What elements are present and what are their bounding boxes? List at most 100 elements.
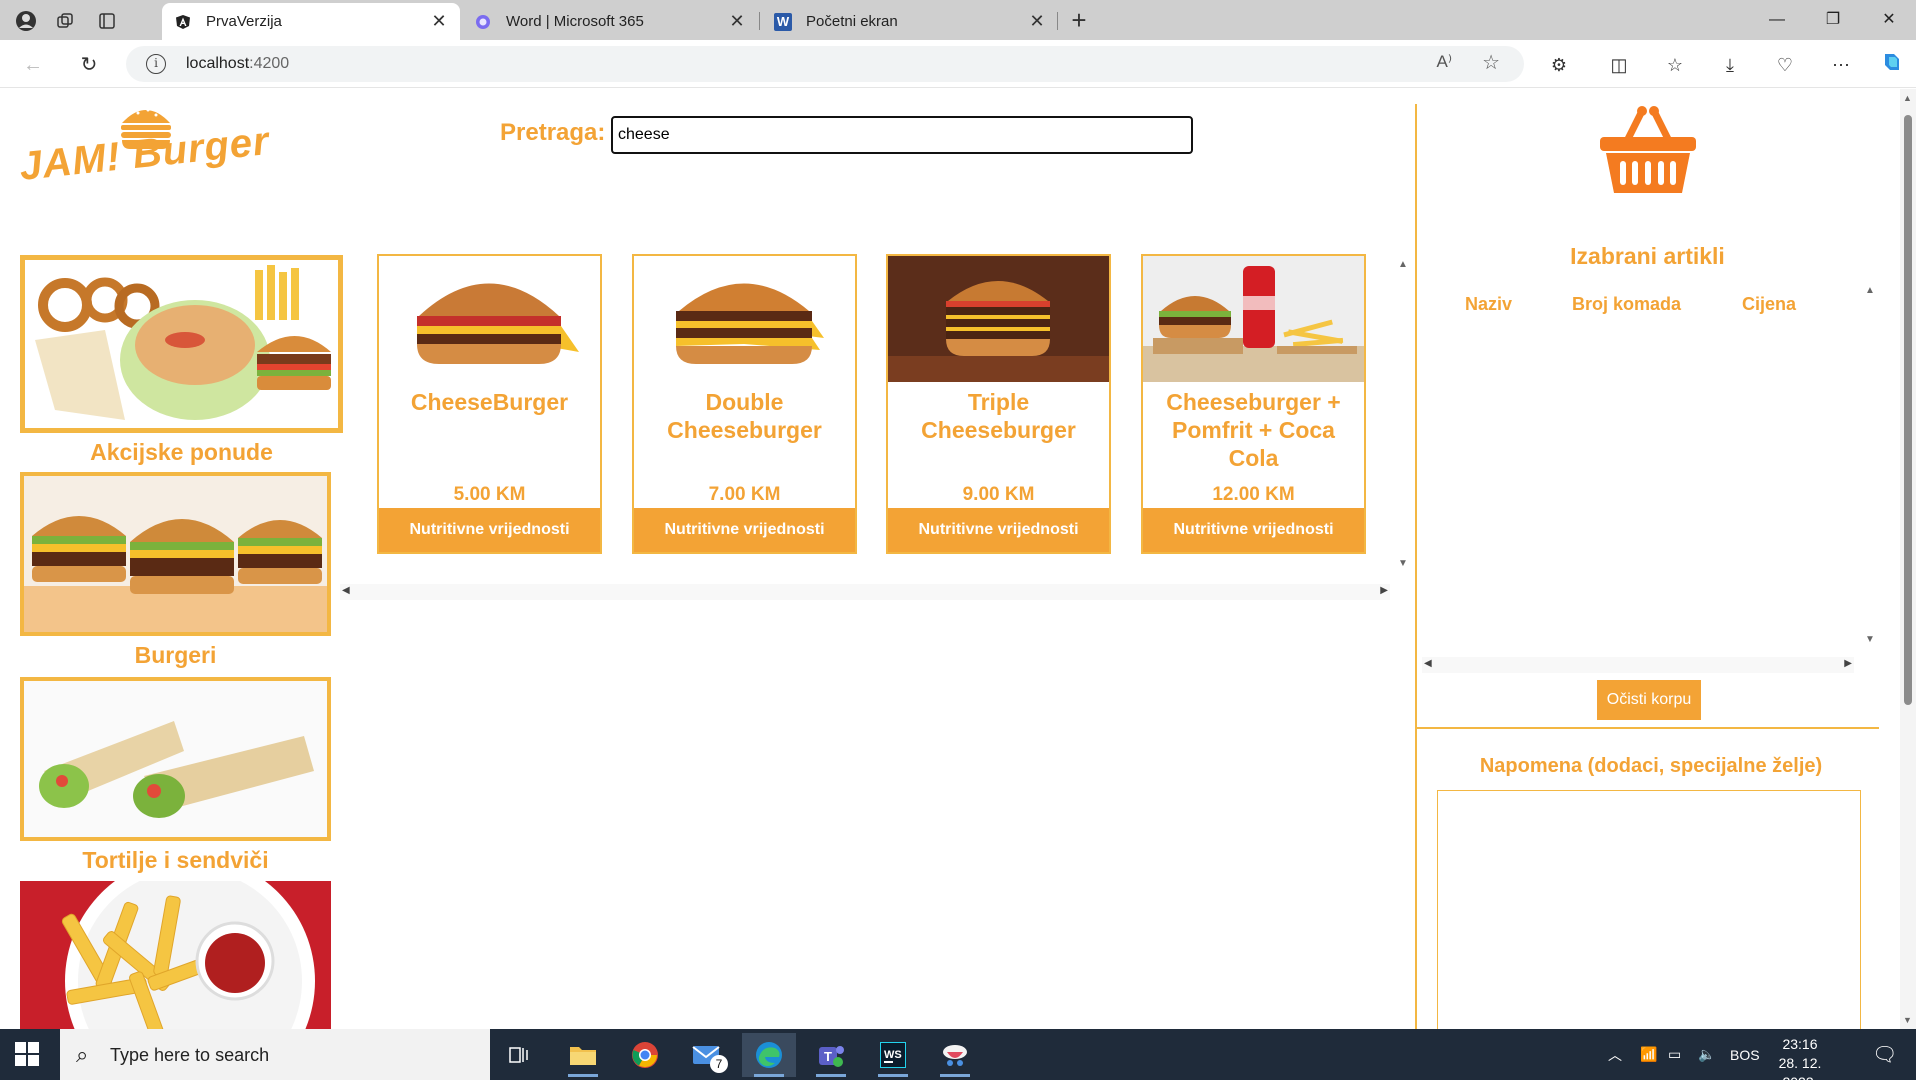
- file-explorer-icon[interactable]: [556, 1033, 610, 1077]
- tab-separator: [1057, 12, 1058, 30]
- scrollbar-thumb[interactable]: [1904, 115, 1912, 705]
- task-view-icon[interactable]: [492, 1033, 546, 1077]
- edge-icon[interactable]: [742, 1033, 796, 1077]
- minimize-button[interactable]: —: [1754, 4, 1800, 36]
- windows-start-icon[interactable]: [14, 1041, 40, 1067]
- close-icon[interactable]: ✕: [430, 11, 448, 32]
- profile-icon[interactable]: [13, 8, 39, 34]
- category-image-burgers[interactable]: [20, 472, 331, 636]
- cart-horizontal-scrollbar[interactable]: ◀ ▶: [1422, 657, 1854, 673]
- battery-icon[interactable]: ▭: [1668, 1029, 1681, 1080]
- new-tab-button[interactable]: +: [1064, 6, 1094, 36]
- cart-vertical-scrollbar[interactable]: ▲ ▼: [1862, 285, 1878, 645]
- products-horizontal-scrollbar[interactable]: ◀ ▶: [340, 584, 1390, 600]
- jam-burger-logo[interactable]: JAM! Burger: [17, 101, 278, 201]
- category-image-promo[interactable]: [20, 255, 343, 433]
- note-textarea[interactable]: [1437, 790, 1861, 1029]
- scroll-down-arrow-icon[interactable]: ▼: [1903, 1015, 1912, 1025]
- tab-word[interactable]: Word | Microsoft 365 ✕: [462, 3, 758, 40]
- workspaces-icon[interactable]: [52, 8, 78, 34]
- category-label: Akcijske ponude: [90, 439, 273, 465]
- product-card[interactable]: Cheeseburger + Pomfrit + Coca Cola 12.00…: [1141, 254, 1366, 554]
- omnibox[interactable]: i localhost:4200 A⁾ ☆: [126, 46, 1524, 82]
- search-input[interactable]: [611, 116, 1193, 154]
- page-vertical-scrollbar[interactable]: ▲ ▼: [1900, 89, 1916, 1029]
- copilot-icon[interactable]: [1877, 50, 1907, 80]
- url-text[interactable]: localhost:4200: [186, 55, 289, 73]
- product-name: Cheeseburger + Pomfrit + Coca Cola: [1166, 389, 1341, 471]
- nutrition-button[interactable]: Nutritivne vrijednosti: [634, 508, 855, 552]
- tab-title: PrvaVerzija: [206, 13, 282, 30]
- webstorm-icon[interactable]: WS: [866, 1033, 920, 1077]
- tab-actions-icon[interactable]: [94, 8, 120, 34]
- search-icon: ⌕: [76, 1042, 89, 1067]
- category-pomfrit[interactable]: [20, 881, 331, 1029]
- product-card[interactable]: Triple Cheeseburger 9.00 KM Nutritivne v…: [886, 254, 1111, 554]
- product-image[interactable]: [1143, 256, 1364, 382]
- scroll-left-arrow-icon[interactable]: ◀: [342, 585, 350, 596]
- show-hidden-icons-icon[interactable]: ︿: [1608, 1029, 1622, 1080]
- products-vertical-scrollbar[interactable]: ▲ ▼: [1395, 259, 1411, 569]
- extensions-icon[interactable]: ⚙: [1544, 50, 1574, 80]
- notifications-icon[interactable]: 🗨: [1872, 1029, 1897, 1080]
- browser-tab-bar: PrvaVerzija ✕ Word | Microsoft 365 ✕ W P…: [0, 0, 1916, 40]
- tab-prvaverzija[interactable]: PrvaVerzija ✕: [162, 3, 460, 40]
- product-card[interactable]: Double Cheeseburger 7.00 KM Nutritivne v…: [632, 254, 857, 554]
- refresh-icon[interactable]: ↻: [74, 50, 104, 80]
- scroll-down-arrow-icon[interactable]: ▼: [1398, 558, 1408, 569]
- product-card[interactable]: CheeseBurger 5.00 KM Nutritivne vrijedno…: [377, 254, 602, 554]
- product-price: 5.00 KM: [453, 484, 526, 505]
- angular-icon: [174, 13, 192, 31]
- scroll-right-arrow-icon[interactable]: ▶: [1844, 658, 1852, 669]
- downloads-icon[interactable]: ⤓: [1715, 50, 1745, 80]
- cart-title: Izabrani artikli: [1570, 243, 1725, 269]
- nutrition-button[interactable]: Nutritivne vrijednosti: [379, 508, 600, 552]
- category-image-fries[interactable]: [20, 881, 331, 1029]
- tab-pocetni-ekran[interactable]: W Početni ekran ✕: [762, 3, 1058, 40]
- back-icon[interactable]: ←: [18, 50, 48, 80]
- category-akcijske-ponude[interactable]: Akcijske ponude: [20, 255, 343, 466]
- split-screen-icon[interactable]: ◫: [1604, 50, 1634, 80]
- category-image-wraps[interactable]: [20, 677, 331, 841]
- snipping-tool-icon[interactable]: [928, 1033, 982, 1077]
- scroll-up-arrow-icon[interactable]: ▲: [1865, 285, 1875, 296]
- scroll-right-arrow-icon[interactable]: ▶: [1380, 585, 1388, 596]
- product-price: 9.00 KM: [962, 484, 1035, 505]
- system-clock[interactable]: 23:16 28. 12. 2023.: [1760, 1035, 1840, 1092]
- product-image[interactable]: [379, 256, 600, 382]
- volume-icon[interactable]: 🔈: [1698, 1029, 1715, 1080]
- scroll-up-arrow-icon[interactable]: ▲: [1398, 259, 1408, 270]
- teams-icon[interactable]: T: [804, 1033, 858, 1077]
- network-icon[interactable]: 📶: [1640, 1029, 1657, 1080]
- scroll-up-arrow-icon[interactable]: ▲: [1903, 93, 1912, 103]
- search-label: Pretraga:: [500, 119, 606, 146]
- category-label: Tortilje i sendviči: [82, 847, 269, 873]
- scroll-down-arrow-icon[interactable]: ▼: [1865, 634, 1875, 645]
- favorite-star-icon[interactable]: ☆: [1482, 50, 1500, 75]
- site-info-icon[interactable]: i: [146, 54, 166, 74]
- product-price: 7.00 KM: [708, 484, 781, 505]
- browser-essentials-icon[interactable]: ♡: [1770, 50, 1800, 80]
- restore-button[interactable]: ❐: [1810, 4, 1856, 36]
- mail-icon[interactable]: 7: [680, 1033, 734, 1077]
- clear-cart-button[interactable]: Očisti korpu: [1597, 680, 1701, 720]
- close-icon[interactable]: ✕: [728, 11, 746, 32]
- nutrition-button[interactable]: Nutritivne vrijednosti: [888, 508, 1109, 552]
- close-icon[interactable]: ✕: [1028, 11, 1046, 32]
- more-icon[interactable]: ⋯: [1826, 50, 1856, 80]
- windows-taskbar: ⌕ Type here to search 7 T WS ︿ 📶 ▭ 🔈 BOS…: [0, 1029, 1916, 1090]
- cart-section-divider: [1417, 727, 1879, 729]
- product-image[interactable]: [634, 256, 855, 382]
- favorites-icon[interactable]: ☆: [1660, 50, 1690, 80]
- read-aloud-icon[interactable]: A⁾: [1436, 52, 1452, 72]
- taskbar-search-box[interactable]: ⌕ Type here to search: [60, 1029, 490, 1080]
- category-tortilje-i-sendvici[interactable]: Tortilje i sendviči: [20, 677, 331, 874]
- product-image[interactable]: [888, 256, 1109, 382]
- nutrition-button[interactable]: Nutritivne vrijednosti: [1143, 508, 1364, 552]
- note-label: Napomena (dodaci, specijalne želje): [1479, 755, 1823, 777]
- close-window-button[interactable]: ✕: [1866, 4, 1912, 36]
- category-burgeri[interactable]: Burgeri: [20, 472, 331, 669]
- scroll-left-arrow-icon[interactable]: ◀: [1424, 658, 1432, 669]
- chrome-icon[interactable]: [618, 1033, 672, 1077]
- language-indicator[interactable]: BOS: [1730, 1029, 1760, 1080]
